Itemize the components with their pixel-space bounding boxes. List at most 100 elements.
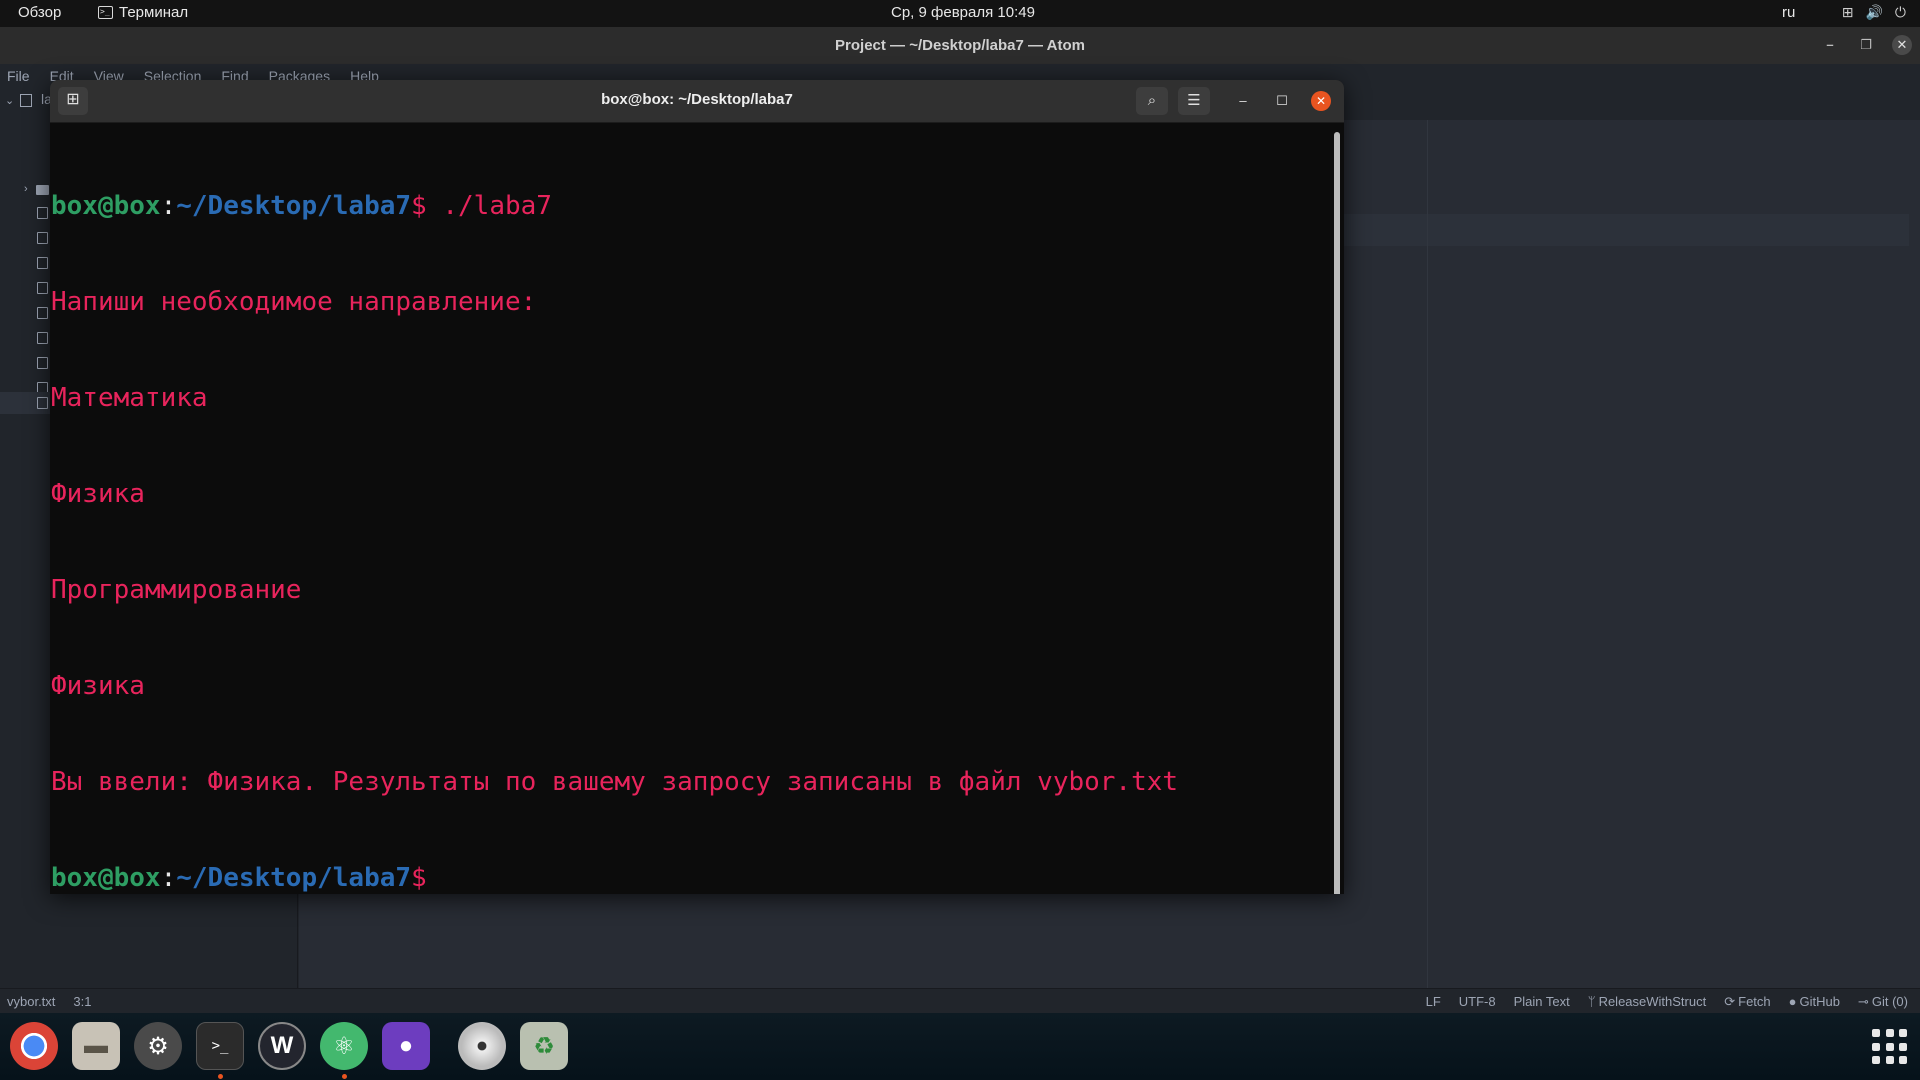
terminal-prompt-line: box@box:~/Desktop/laba7$ [51,862,1330,894]
close-button[interactable]: ✕ [1311,91,1331,111]
repo-icon [20,94,32,107]
atom-window-title: Project — ~/Desktop/laba7 — Atom [835,37,1085,54]
close-icon[interactable]: ✕ [1892,35,1912,55]
image-file-icon[interactable] [37,207,48,219]
image-file-icon[interactable] [37,232,48,244]
dock-terminal[interactable]: >_ [196,1022,244,1070]
minimize-button[interactable]: – [1233,91,1253,111]
status-fetch-label: Fetch [1738,994,1771,1009]
minimize-icon[interactable]: – [1820,35,1840,55]
dock-chrome[interactable] [10,1022,58,1070]
text-file-icon[interactable] [37,332,48,344]
search-button[interactable]: ⌕ [1136,87,1168,115]
terminal-icon: >_ [211,1038,229,1054]
terminal-window: ⊞ box@box: ~/Desktop/laba7 ⌕ ☰ – ☐ ✕ box… [50,80,1344,894]
clock[interactable]: Ср, 9 февраля 10:49 [891,4,1035,21]
dock-webstorm[interactable]: W [258,1022,306,1070]
terminal-content[interactable]: box@box:~/Desktop/laba7$ ./laba7 Напиши … [50,124,1330,894]
image-file-icon[interactable] [37,282,48,294]
status-file-name[interactable]: vybor.txt [7,994,55,1009]
text-file-icon [37,397,48,409]
keyboard-layout-indicator[interactable]: ru [1782,4,1795,21]
prompt-path: ~/Desktop/laba7 [176,863,412,893]
recycle-icon: ♻ [533,1032,555,1060]
terminal-headerbar[interactable]: ⊞ box@box: ~/Desktop/laba7 ⌕ ☰ – ☐ ✕ [50,80,1344,123]
grid-icon [1872,1029,1880,1037]
close-icon: ✕ [1315,94,1327,108]
tree-root-chevron-icon[interactable]: ⌄ [5,94,14,107]
dock-atom[interactable]: ⚛ [320,1022,368,1070]
webstorm-icon: W [270,1032,294,1059]
menu-file[interactable]: File [7,64,30,88]
atom-window-controls: – ❐ ✕ [1820,35,1912,55]
prompt-separator: : [160,191,177,221]
terminal-command: ./laba7 [426,191,552,221]
activities-button[interactable]: Обзор [18,4,61,21]
prompt-dollar: $ [411,863,427,893]
terminal-output-line: Напиши необходимое направление: [51,287,537,317]
app-menu-label: Терминал [119,4,189,21]
top-bar: Обзор >_ Терминал Ср, 9 февраля 10:49 ru… [0,0,1920,27]
dock-disc[interactable] [458,1022,506,1070]
status-branch[interactable]: ᛘ ReleaseWithStruct [1588,994,1706,1010]
system-tray[interactable]: ⊞ 🔊 ⏻ [1842,4,1906,21]
volume-icon: 🔊 [1865,4,1883,20]
status-github-label: GitHub [1799,994,1840,1009]
prompt-dollar: $ [411,191,427,221]
folder-chevron-icon[interactable]: › [24,183,28,195]
dock: ▬ ⚙ >_ W ⚛ ● ♻ [0,1013,1920,1080]
image-file-icon[interactable] [37,257,48,269]
running-indicator [218,1074,223,1079]
editor-wrap-guide [1427,120,1428,988]
git-commit-icon: ⊸ [1857,994,1869,1009]
dock-files[interactable]: ▬ [72,1022,120,1070]
network-icon: ⊞ [1841,4,1854,20]
github-icon: ● [1788,994,1797,1009]
show-applications-button[interactable] [1872,1029,1908,1065]
text-file-icon[interactable] [37,307,48,319]
status-cursor-position[interactable]: 3:1 [73,994,91,1009]
gear-icon: ⚙ [147,1032,169,1060]
menu-button[interactable]: ☰ [1178,87,1210,115]
terminal-output-line: Программирование [51,575,302,605]
restore-icon[interactable]: ❐ [1856,35,1876,55]
sync-icon: ⟳ [1724,994,1736,1009]
terminal-output-line: Физика [51,479,145,509]
folder-icon[interactable] [36,185,49,195]
prompt-user: box@box [51,191,161,221]
terminal-icon: >_ [98,6,113,19]
terminal-output-line: Математика [51,383,208,413]
terminal-scrollbar[interactable] [1334,132,1340,894]
status-grammar[interactable]: Plain Text [1514,994,1570,1010]
atom-titlebar[interactable]: Project — ~/Desktop/laba7 — Atom – ❐ ✕ [0,27,1920,64]
running-indicator [342,1074,347,1079]
status-git-label: Git (0) [1871,994,1908,1009]
dock-settings[interactable]: ⚙ [134,1022,182,1070]
status-encoding[interactable]: UTF-8 [1459,994,1496,1010]
app-menu-terminal[interactable]: >_ Терминал [98,4,188,21]
status-branch-label: ReleaseWithStruct [1598,994,1707,1009]
terminal-output-line: Физика [51,671,145,701]
status-git[interactable]: ⊸ Git (0) [1858,994,1908,1010]
atom-icon: ⚛ [333,1032,355,1060]
minimize-icon: – [1239,93,1247,108]
text-file-icon[interactable] [37,357,48,369]
status-bar: vybor.txt 3:1 LF UTF-8 Plain Text ᛘ Relea… [0,988,1920,1013]
status-fetch[interactable]: ⟳ Fetch [1724,994,1770,1010]
dock-github-desktop[interactable]: ● [382,1022,430,1070]
prompt-separator: : [160,863,177,893]
status-github[interactable]: ● GitHub [1789,994,1840,1010]
dock-trash[interactable]: ♻ [520,1022,568,1070]
hamburger-icon: ☰ [1187,92,1201,109]
status-line-ending[interactable]: LF [1426,994,1441,1010]
power-icon: ⏻ [1894,4,1906,20]
terminal-prompt-line: box@box:~/Desktop/laba7$ ./laba7 [51,190,1330,222]
maximize-button[interactable]: ☐ [1272,91,1292,111]
github-icon: ● [398,1032,414,1059]
maximize-icon: ☐ [1276,93,1288,108]
folder-icon: ▬ [84,1032,108,1059]
terminal-output-line: Вы ввели: Физика. Результаты по вашему з… [51,767,1179,797]
search-icon: ⌕ [1147,92,1157,109]
prompt-user: box@box [51,863,161,893]
git-branch-icon: ᛘ [1587,994,1596,1009]
